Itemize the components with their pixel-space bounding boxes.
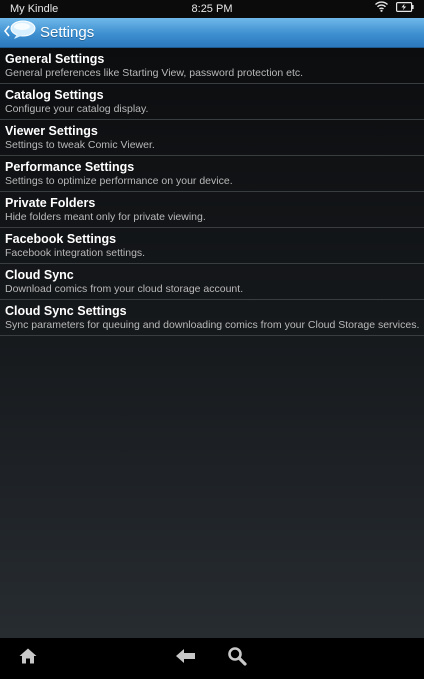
back-button[interactable] bbox=[0, 18, 36, 47]
settings-item-title: Cloud Sync bbox=[5, 268, 74, 282]
clock: 8:25 PM bbox=[191, 3, 233, 15]
status-icons bbox=[375, 0, 414, 18]
speech-bubble-icon bbox=[10, 20, 36, 45]
settings-list-panel: General Settings General preferences lik… bbox=[0, 48, 424, 638]
settings-item-subtitle: Configure your catalog display. bbox=[5, 103, 149, 115]
settings-item-subtitle: Settings to optimize performance on your… bbox=[5, 175, 233, 187]
settings-item-subtitle: Download comics from your cloud storage … bbox=[5, 283, 244, 295]
battery-charging-icon bbox=[396, 0, 414, 18]
settings-item-subtitle: General preferences like Starting View, … bbox=[5, 67, 304, 79]
settings-item-title: General Settings bbox=[5, 52, 105, 66]
settings-item-title: Performance Settings bbox=[5, 160, 135, 174]
settings-item-subtitle: Hide folders meant only for private view… bbox=[5, 211, 206, 223]
settings-item-viewer[interactable]: Viewer Settings Settings to tweak Comic … bbox=[0, 120, 424, 156]
settings-item-general[interactable]: General Settings General preferences lik… bbox=[0, 48, 424, 84]
settings-item-cloud-sync[interactable]: Cloud Sync Download comics from your clo… bbox=[0, 264, 424, 300]
page-title: Settings bbox=[40, 24, 95, 41]
settings-item-subtitle: Facebook integration settings. bbox=[5, 247, 146, 259]
settings-item-title: Catalog Settings bbox=[5, 88, 104, 102]
bottom-nav-bar bbox=[0, 638, 424, 679]
settings-item-title: Facebook Settings bbox=[5, 232, 117, 246]
settings-list: General Settings General preferences lik… bbox=[0, 48, 424, 336]
back-nav-button[interactable] bbox=[175, 648, 197, 668]
settings-item-title: Viewer Settings bbox=[5, 124, 98, 138]
back-arrow-icon bbox=[175, 648, 197, 669]
settings-item-subtitle: Settings to tweak Comic Viewer. bbox=[5, 139, 155, 151]
settings-item-private-folders[interactable]: Private Folders Hide folders meant only … bbox=[0, 192, 424, 228]
search-icon bbox=[227, 646, 247, 671]
settings-item-title: Private Folders bbox=[5, 196, 96, 210]
status-bar: My Kindle 8:25 PM bbox=[0, 0, 424, 18]
settings-item-title: Cloud Sync Settings bbox=[5, 304, 127, 318]
settings-item-catalog[interactable]: Catalog Settings Configure your catalog … bbox=[0, 84, 424, 120]
search-button[interactable] bbox=[226, 646, 248, 671]
home-button[interactable] bbox=[17, 648, 39, 668]
settings-item-facebook[interactable]: Facebook Settings Facebook integration s… bbox=[0, 228, 424, 264]
settings-item-subtitle: Sync parameters for queuing and download… bbox=[5, 319, 420, 331]
home-icon bbox=[18, 647, 38, 670]
wifi-icon bbox=[375, 0, 388, 18]
title-bar: Settings bbox=[0, 18, 424, 48]
settings-item-performance[interactable]: Performance Settings Settings to optimiz… bbox=[0, 156, 424, 192]
settings-item-cloud-sync-settings[interactable]: Cloud Sync Settings Sync parameters for … bbox=[0, 300, 424, 336]
